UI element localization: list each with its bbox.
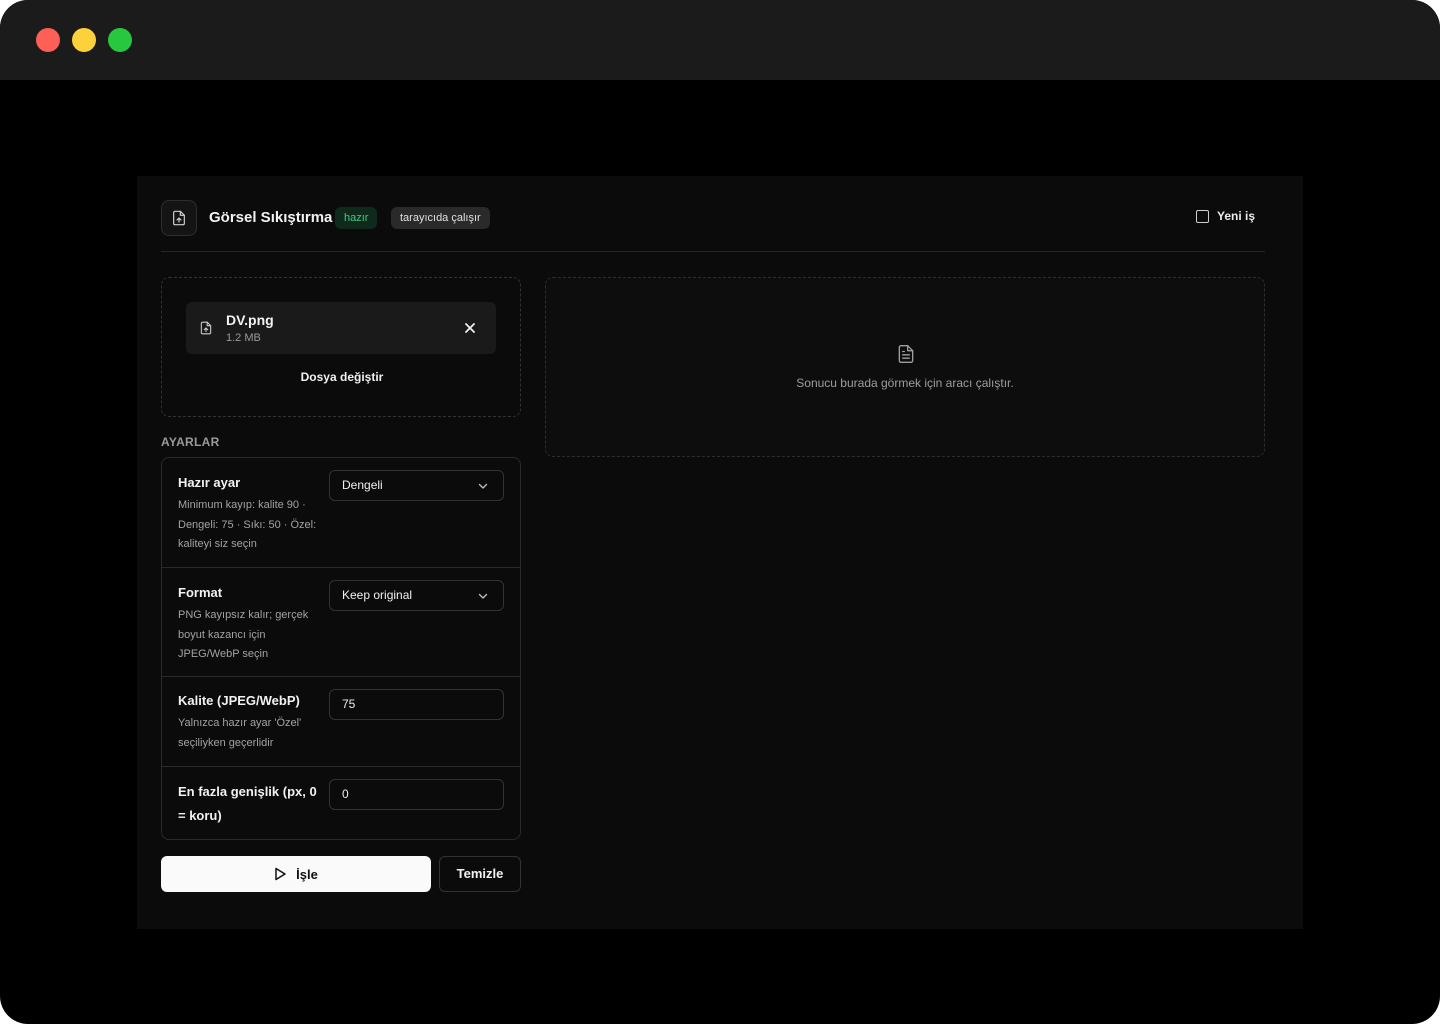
app-window: Görsel Sıkıştırma hazır tarayıcıda çalış… [0, 0, 1440, 1024]
chevron-down-icon [478, 483, 488, 489]
setting-help: Minimum kayıp: kalite 90 · Dengeli: 75 ·… [178, 499, 317, 551]
setting-row-max-width: En fazla genişlik (px, 0 = koru) 0 [162, 767, 520, 839]
setting-label: Kalite (JPEG/WebP) [178, 693, 300, 708]
document-icon [896, 343, 916, 370]
new-job-toggle[interactable]: Yeni iş [1196, 209, 1255, 223]
setting-row-format: Format PNG kayıpsız kalır; gerçek boyut … [162, 568, 520, 677]
result-area: Sonucu burada görmek için aracı çalıştır… [545, 277, 1265, 457]
setting-label: Format [178, 585, 223, 600]
setting-help: Yalnızca hazır ayar 'Özel' seçiliyken ge… [178, 717, 302, 749]
quality-input[interactable]: 75 [329, 689, 504, 720]
window-maximize-button[interactable] [108, 28, 132, 52]
window-titlebar [0, 0, 1440, 80]
settings-card: Hazır ayar Minimum kayıp: kalite 90 · De… [161, 457, 521, 840]
preset-select[interactable]: Dengeli [329, 470, 504, 501]
file-upload-icon [161, 200, 197, 236]
settings-section-title: AYARLAR [161, 435, 220, 449]
run-button-label: İşle [296, 866, 318, 882]
format-select-value: Keep original [342, 588, 413, 602]
selected-file-card: DV.png 1.2 MB [186, 302, 496, 354]
change-file-button[interactable]: Dosya değiştir [162, 370, 522, 384]
window-close-button[interactable] [36, 28, 60, 52]
chevron-down-icon [478, 593, 488, 599]
play-icon [275, 867, 286, 881]
file-dropzone[interactable]: DV.png 1.2 MB Dosya değiştir [161, 277, 521, 417]
checkbox-icon[interactable] [1196, 209, 1209, 223]
status-badge: hazır [335, 207, 378, 229]
setting-row-quality: Kalite (JPEG/WebP) Yalnızca hazır ayar '… [162, 677, 520, 767]
clear-button[interactable]: Temizle [439, 856, 521, 892]
close-icon[interactable] [462, 320, 478, 336]
run-button[interactable]: İşle [161, 856, 431, 892]
window-minimize-button[interactable] [72, 28, 96, 52]
result-placeholder: Sonucu burada görmek için aracı çalıştır… [796, 376, 1014, 390]
preset-select-value: Dengeli [342, 478, 383, 492]
tool-panel: Görsel Sıkıştırma hazır tarayıcıda çalış… [137, 176, 1303, 929]
tool-header: Görsel Sıkıştırma hazır tarayıcıda çalış… [161, 200, 1265, 252]
file-name: DV.png [226, 312, 274, 328]
file-size: 1.2 MB [226, 332, 261, 344]
max-width-input[interactable]: 0 [329, 779, 504, 810]
setting-help: PNG kayıpsız kalır; gerçek boyut kazancı… [178, 609, 309, 661]
file-upload-icon [199, 320, 213, 341]
setting-row-preset: Hazır ayar Minimum kayıp: kalite 90 · De… [162, 458, 520, 568]
env-badge: tarayıcıda çalışır [391, 207, 490, 229]
setting-label: En fazla genişlik (px, 0 = koru) [178, 784, 317, 823]
format-select[interactable]: Keep original [329, 580, 504, 611]
new-job-label: Yeni iş [1217, 209, 1256, 223]
setting-label: Hazır ayar [178, 475, 241, 490]
page-title: Görsel Sıkıştırma [209, 209, 333, 226]
